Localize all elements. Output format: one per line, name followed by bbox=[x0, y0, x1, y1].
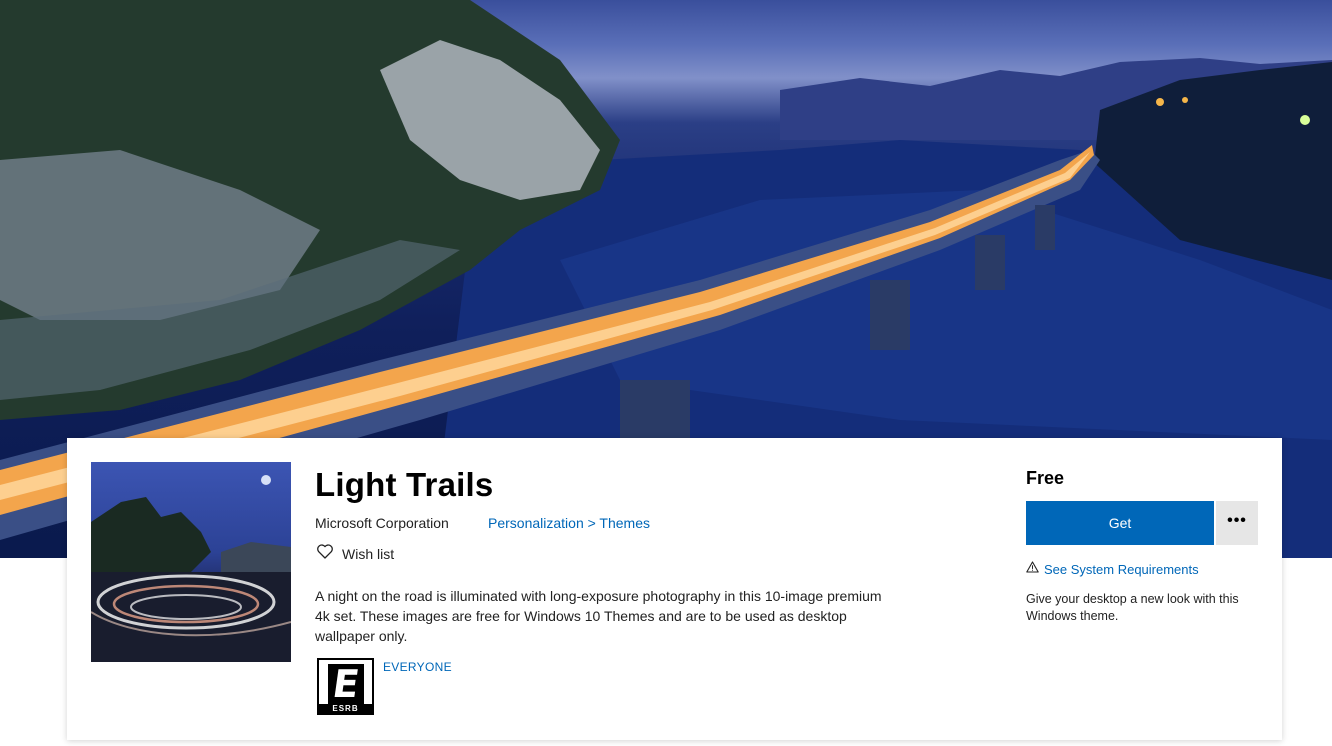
get-button[interactable]: Get bbox=[1026, 501, 1214, 545]
system-requirements-label: See System Requirements bbox=[1044, 561, 1199, 577]
product-card: Light Trails Microsoft Corporation Perso… bbox=[67, 438, 1282, 740]
product-title: Light Trails bbox=[315, 466, 494, 503]
thumbnail-illustration bbox=[91, 475, 291, 662]
category-link[interactable]: Personalization > Themes bbox=[488, 515, 650, 531]
publisher-name: Microsoft Corporation bbox=[315, 515, 449, 531]
rating-label-link[interactable]: EVERYONE bbox=[383, 660, 452, 674]
product-tagline: Give your desktop a new look with this W… bbox=[1026, 592, 1239, 623]
price-label: Free bbox=[1026, 468, 1065, 488]
wishlist-button[interactable]: Wish list bbox=[317, 544, 394, 564]
heart-outline-icon bbox=[317, 544, 333, 564]
esrb-rating-badge: E ESRB bbox=[317, 658, 374, 715]
product-thumbnail bbox=[91, 462, 291, 662]
warning-triangle-icon bbox=[1026, 560, 1039, 578]
esrb-letter-box: E bbox=[328, 662, 364, 706]
more-options-button[interactable]: ••• bbox=[1216, 501, 1258, 545]
esrb-org-label: ESRB bbox=[319, 704, 372, 713]
ellipsis-icon: ••• bbox=[1227, 512, 1247, 529]
store-product-page: Light Trails Microsoft Corporation Perso… bbox=[0, 0, 1332, 746]
esrb-letter: E bbox=[329, 662, 363, 706]
wishlist-label: Wish list bbox=[342, 546, 395, 562]
product-description: A night on the road is illuminated with … bbox=[315, 588, 882, 644]
system-requirements-link[interactable]: See System Requirements bbox=[1026, 560, 1199, 578]
